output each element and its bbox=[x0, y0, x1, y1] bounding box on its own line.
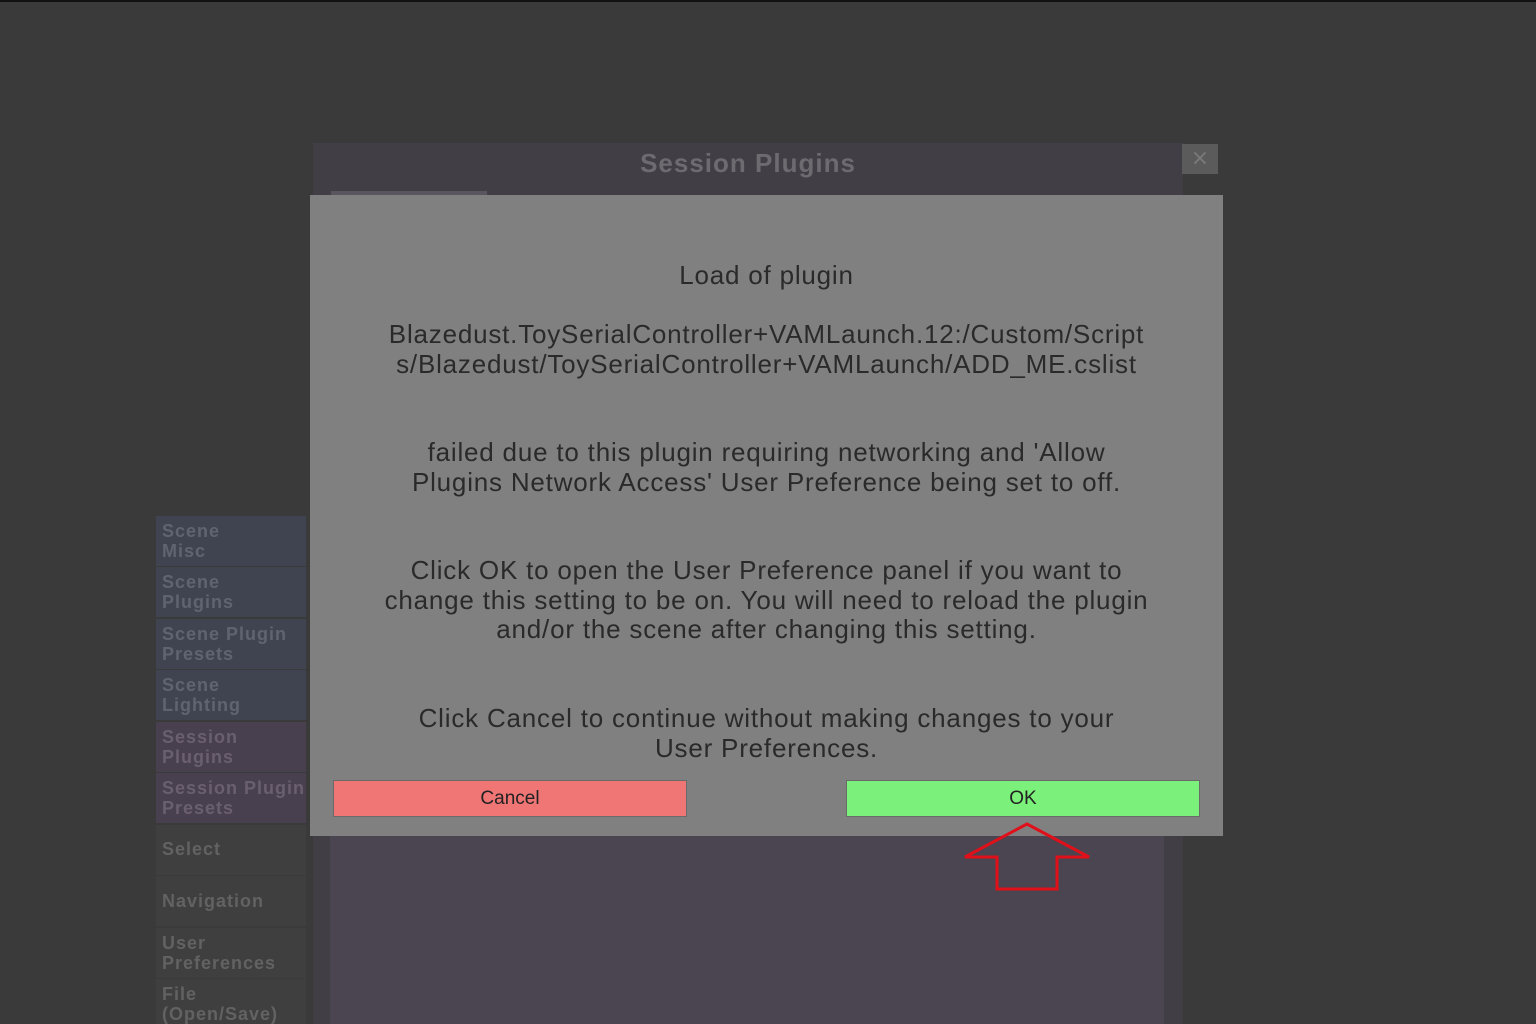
window-top-border bbox=[0, 0, 1536, 2]
side-item-label: User bbox=[162, 933, 207, 953]
side-item-label: Navigation bbox=[162, 891, 265, 911]
side-item-session-plugins[interactable]: Session Plugins bbox=[156, 722, 306, 772]
side-item-session-plugin-presets[interactable]: Session Plugin Presets bbox=[156, 773, 306, 823]
side-item-label: Scene bbox=[162, 675, 221, 695]
network-access-dialog: Load of plugin Blazedust.ToySerialContro… bbox=[310, 195, 1223, 836]
side-item-navigation[interactable]: Navigation bbox=[156, 876, 306, 926]
plugin-path: Blazedust.ToySerialController+VAMLaunch.… bbox=[388, 319, 1145, 379]
side-item-label: Presets bbox=[162, 644, 235, 664]
side-item-label: Session Plugin bbox=[162, 778, 306, 798]
panel-close-button[interactable]: × bbox=[1182, 144, 1218, 174]
side-item-scene-plugins[interactable]: Scene Plugins bbox=[156, 567, 306, 617]
up-arrow-icon bbox=[964, 822, 1090, 891]
side-item-label: Select bbox=[162, 839, 222, 859]
side-item-scene-plugin-presets[interactable]: Scene Plugin Presets bbox=[156, 619, 306, 669]
panel-title: Session Plugins bbox=[640, 148, 856, 178]
side-item-label: Session bbox=[162, 727, 239, 747]
side-item-scene-misc[interactable]: Scene Misc bbox=[156, 516, 306, 566]
side-item-label: Presets bbox=[162, 798, 235, 818]
cancel-instruction: Click Cancel to continue without making … bbox=[418, 703, 1115, 763]
side-item-label: Plugins bbox=[162, 592, 235, 612]
side-item-label: Scene bbox=[162, 572, 221, 592]
side-item-file-open-save[interactable]: File (Open/Save) bbox=[156, 979, 306, 1024]
side-item-label: Preferences bbox=[162, 953, 277, 973]
side-item-label: Scene Plugin bbox=[162, 624, 288, 644]
cancel-button[interactable]: Cancel bbox=[333, 780, 687, 817]
dialog-heading: Load of plugin bbox=[679, 260, 854, 290]
side-item-label: Misc bbox=[162, 541, 207, 561]
ok-button[interactable]: OK bbox=[846, 780, 1200, 817]
side-item-label: Plugins bbox=[162, 747, 235, 767]
side-item-select[interactable]: Select bbox=[156, 825, 306, 875]
side-item-label: Scene bbox=[162, 521, 221, 541]
side-item-scene-lighting[interactable]: Scene Lighting bbox=[156, 670, 306, 720]
side-item-user-preferences[interactable]: User Preferences bbox=[156, 928, 306, 978]
side-item-label: File bbox=[162, 984, 198, 1004]
side-item-label: (Open/Save) bbox=[162, 1004, 279, 1024]
side-item-label: Lighting bbox=[162, 695, 241, 715]
failure-reason: failed due to this plugin requiring netw… bbox=[411, 437, 1122, 497]
ok-instruction: Click OK to open the User Preference pan… bbox=[384, 555, 1149, 645]
